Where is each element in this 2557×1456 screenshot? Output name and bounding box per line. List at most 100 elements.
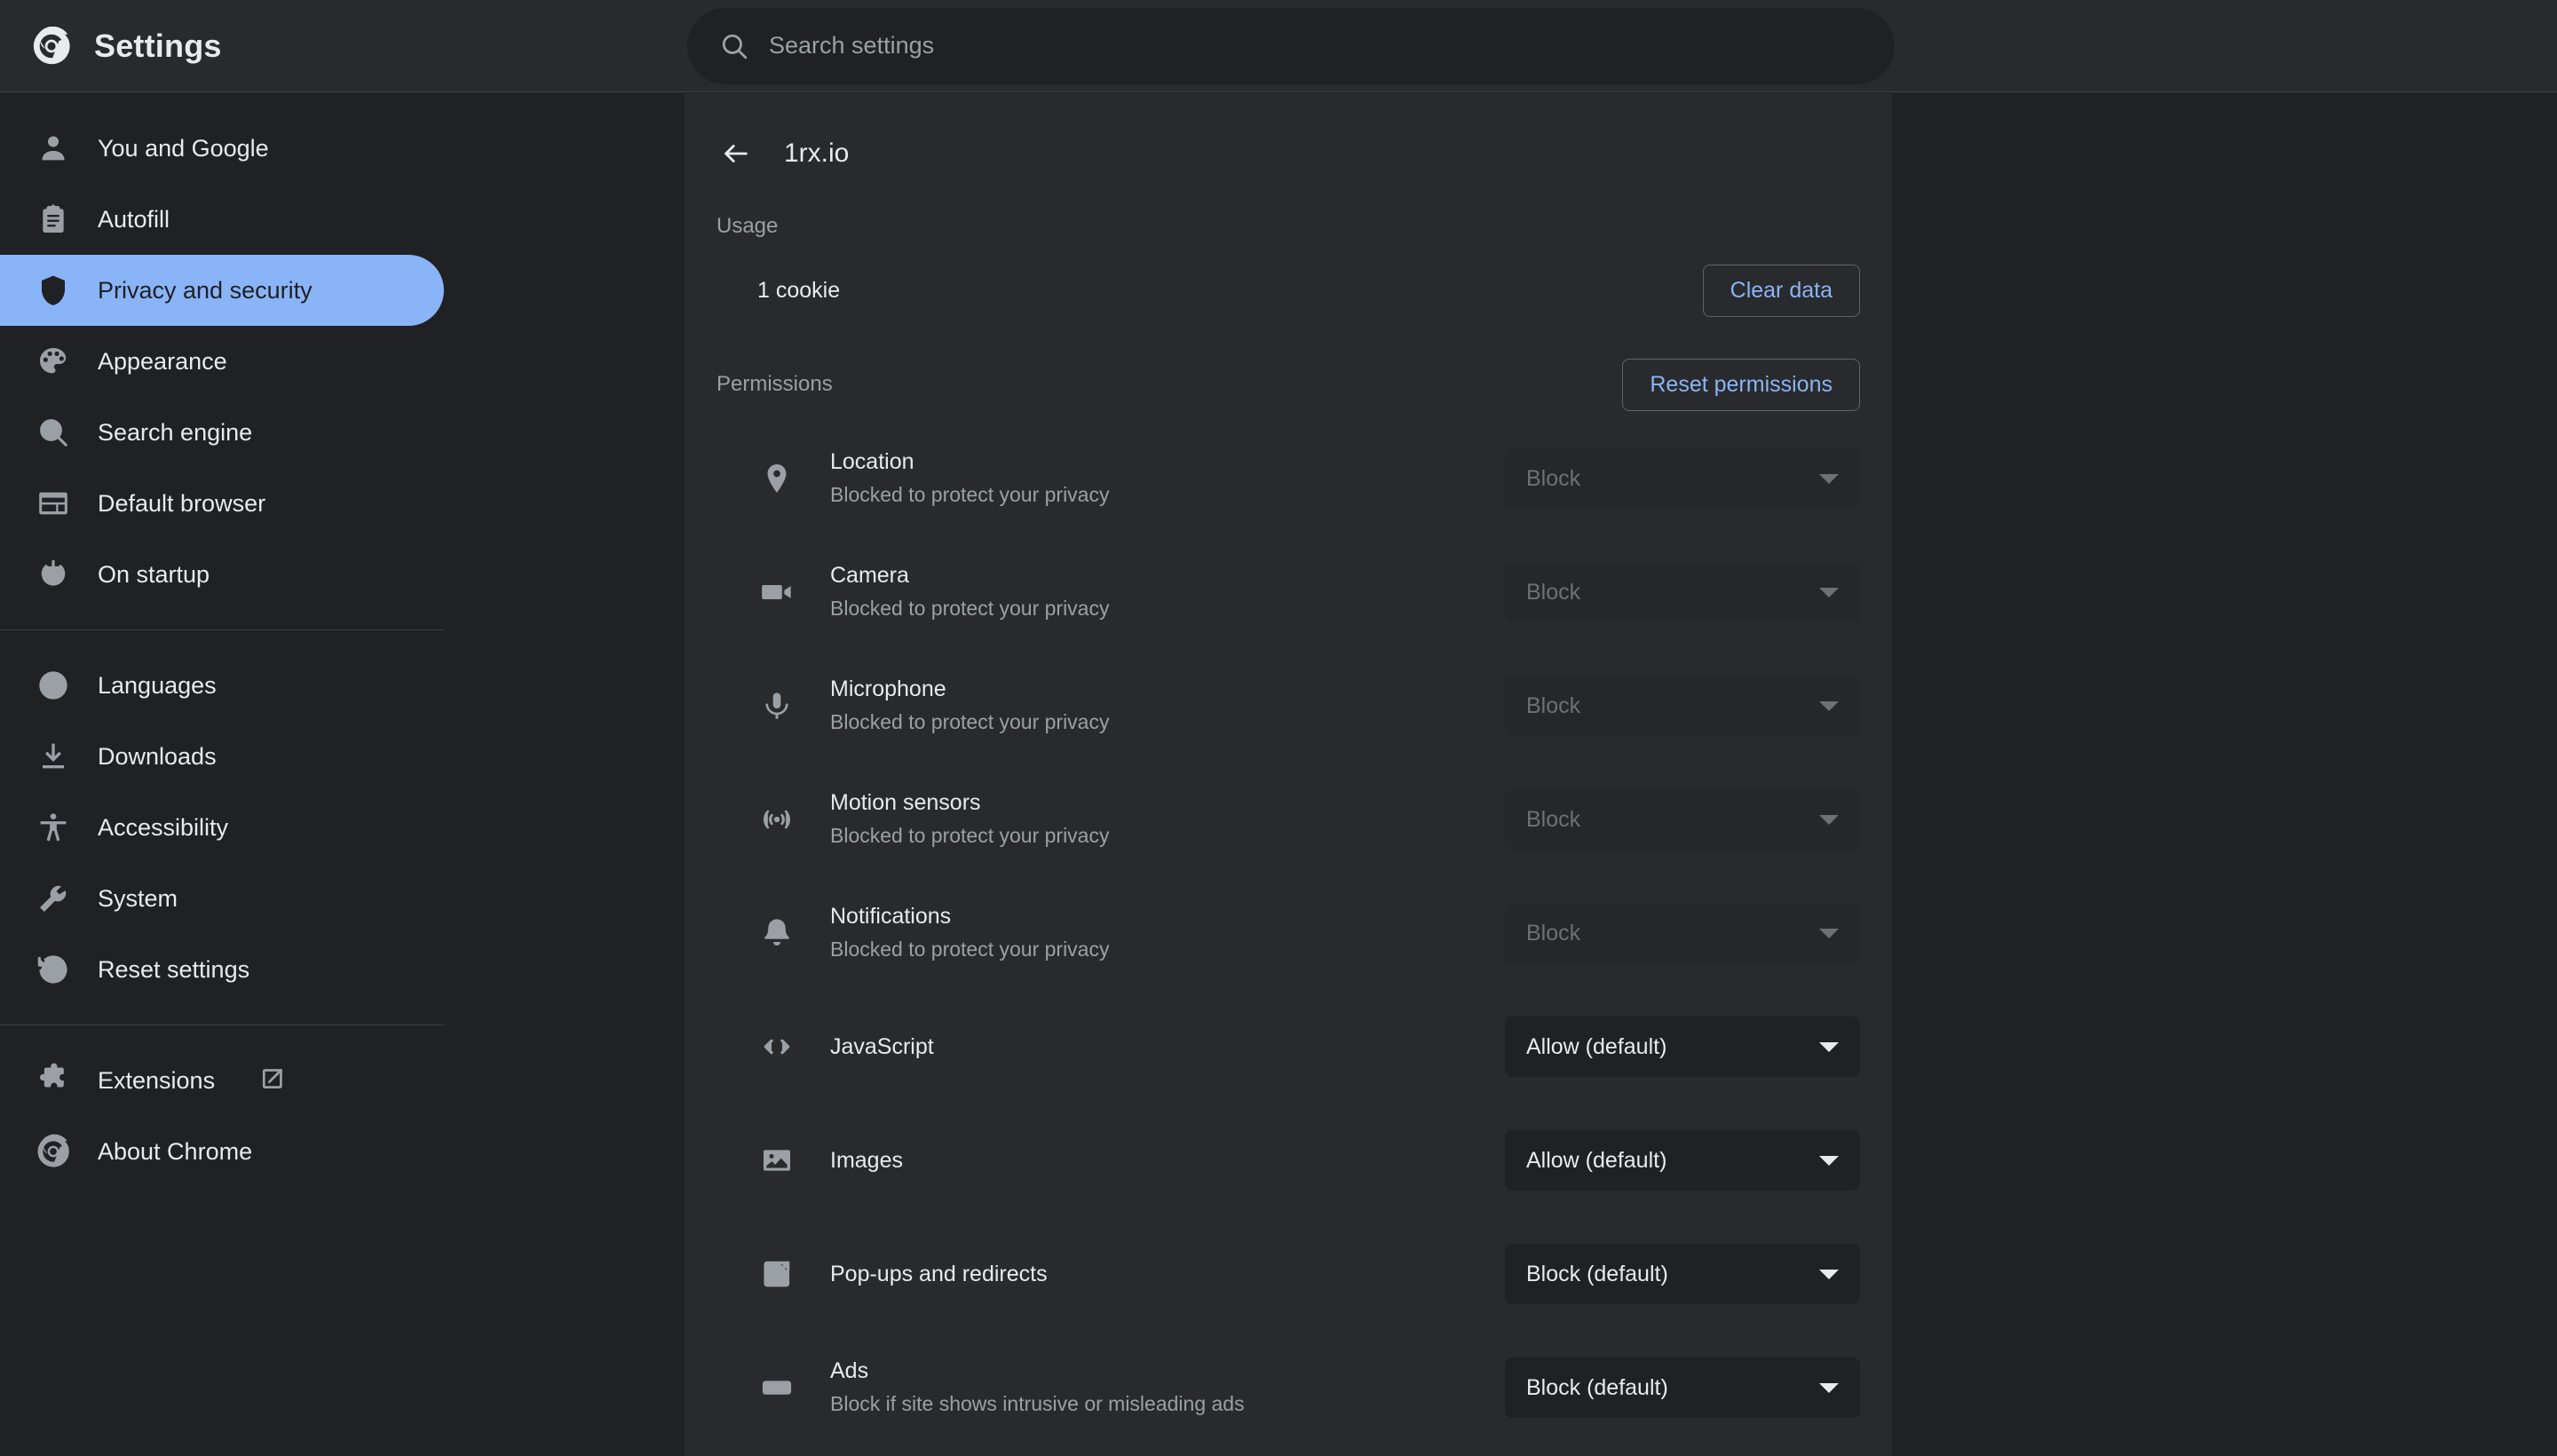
sidebar-item-label: Languages [98, 671, 217, 699]
sidebar-item-label: Accessibility [98, 813, 229, 841]
accessibility-icon [36, 810, 71, 845]
permission-row: Camera Blocked to protect your privacy Blo… [685, 535, 1892, 649]
brand-area: Settings [0, 26, 684, 66]
sidebar-item-label: System [98, 884, 178, 912]
chevron-down-icon [1819, 587, 1839, 597]
chevron-down-icon [1819, 473, 1839, 484]
microphone-icon [757, 686, 796, 725]
sidebar-item-default-browser[interactable]: Default browser [0, 468, 444, 539]
permission-text: JavaScript [830, 1033, 1505, 1062]
chevron-down-icon [1819, 1155, 1839, 1166]
permission-select-value: Block [1526, 465, 1581, 491]
permission-text: Location Blocked to protect your privacy [830, 447, 1505, 510]
permission-row: Notifications Blocked to protect your pri… [685, 876, 1892, 990]
permission-name: Location [830, 448, 914, 474]
page-header: 1rx.io [685, 93, 1892, 173]
search-input[interactable] [769, 32, 1863, 59]
puzzle-icon [36, 1063, 71, 1098]
search-area [684, 7, 2557, 84]
permission-select-value: Allow (default) [1526, 1033, 1667, 1059]
sidebar-item-accessibility[interactable]: Accessibility [0, 792, 444, 863]
sidebar-item-appearance[interactable]: Appearance [0, 326, 444, 397]
permission-select[interactable]: Block (default) [1505, 1244, 1860, 1304]
permission-select: Block [1505, 903, 1860, 963]
open-in-new-icon [757, 1254, 796, 1294]
permission-name: Microphone [830, 676, 946, 701]
permission-name: JavaScript [830, 1033, 934, 1059]
power-icon [36, 557, 71, 592]
permission-description: Blocked to protect your privacy [830, 710, 1110, 733]
palette-icon [36, 344, 71, 379]
sidebar-item-extensions[interactable]: Extensions [0, 1045, 444, 1116]
shield-icon [36, 273, 71, 308]
sidebar-item-languages[interactable]: Languages [0, 650, 444, 721]
sidebar-item-you-and-google[interactable]: You and Google [0, 113, 444, 184]
permission-select: Block [1505, 789, 1860, 850]
permission-description: Blocked to protect your privacy [830, 483, 1110, 506]
arrow-left-icon[interactable] [716, 134, 756, 173]
browser-window-icon [36, 486, 71, 521]
chevron-down-icon [1819, 1269, 1839, 1279]
code-brackets-icon [757, 1027, 796, 1066]
sidebar-item-label: Autofill [98, 205, 170, 233]
permission-select-value: Block (default) [1526, 1261, 1668, 1286]
site-title: 1rx.io [784, 138, 850, 168]
sidebar-item-search-engine[interactable]: Search engine [0, 397, 444, 468]
video-camera-icon [757, 573, 796, 612]
sidebar-item-label: Privacy and security [98, 276, 313, 304]
permission-select[interactable]: Allow (default) [1505, 1130, 1860, 1191]
wrench-icon [36, 881, 71, 916]
globe-icon [36, 668, 71, 703]
permission-select-value: Block (default) [1526, 1374, 1668, 1400]
cookie-count-label: 1 cookie [757, 277, 841, 303]
sidebar-item-label: On startup [98, 560, 210, 588]
permission-row: Background syncAllow (default) [685, 1444, 1892, 1456]
sidebar-item-label: Downloads [98, 742, 217, 770]
permission-row: Location Blocked to protect your privacy B… [685, 422, 1892, 535]
sidebar-item-downloads[interactable]: Downloads [0, 721, 444, 792]
permission-name: Notifications [830, 903, 952, 929]
permission-text: Notifications Blocked to protect your pri… [830, 902, 1505, 965]
chevron-down-icon [1819, 928, 1839, 938]
sidebar-item-label: Extensions [98, 1066, 216, 1094]
clear-data-button[interactable]: Clear data [1702, 264, 1860, 317]
permission-select: Block [1505, 448, 1860, 509]
permission-name: Pop-ups and redirects [830, 1261, 1048, 1286]
search-box[interactable] [687, 7, 1895, 84]
open-in-new-icon [259, 1065, 289, 1096]
main-content: 1rx.io Usage 1 cookie Clear data Permiss… [685, 93, 1892, 1456]
chevron-down-icon [1819, 814, 1839, 825]
permission-row: Images Allow (default) [685, 1104, 1892, 1217]
permission-name: Motion sensors [830, 789, 981, 815]
sidebar-item-on-startup[interactable]: On startup [0, 539, 444, 610]
permission-row: Motion sensors Blocked to protect your pr… [685, 763, 1892, 876]
sidebar-item-label: Reset settings [98, 955, 250, 983]
sidebar-item-system[interactable]: System [0, 863, 444, 934]
permission-select[interactable]: Block (default) [1505, 1357, 1860, 1418]
permission-name: Camera [830, 562, 909, 588]
permission-text: Camera Blocked to protect your privacy [830, 561, 1505, 624]
permission-description: Block if site shows intrusive or mislead… [830, 1392, 1245, 1415]
permission-select-value: Block [1526, 692, 1581, 718]
chrome-logo-icon [32, 26, 71, 66]
usage-section-label: Usage [716, 214, 779, 238]
sidebar-item-about-chrome[interactable]: About Chrome [0, 1116, 444, 1187]
permission-name: Ads [830, 1357, 869, 1383]
permission-row: Ads Block if site shows intrusive or misl… [685, 1331, 1892, 1444]
permission-text: Pop-ups and redirects [830, 1260, 1505, 1289]
search-icon [719, 31, 749, 61]
chevron-down-icon [1819, 1041, 1839, 1052]
permission-row: Pop-ups and redirects Block (default) [685, 1217, 1892, 1331]
sidebar-item-autofill[interactable]: Autofill [0, 184, 444, 255]
sidebar-divider [0, 629, 444, 630]
permission-text: Images [830, 1146, 1505, 1175]
sidebar: You and Google Autofill Privacy and securi… [0, 93, 684, 1456]
permission-select[interactable]: Allow (default) [1505, 1017, 1860, 1077]
permission-select: Block [1505, 562, 1860, 622]
permission-select-value: Block [1526, 806, 1581, 832]
sidebar-item-privacy-and-security[interactable]: Privacy and security [0, 255, 444, 326]
permission-text: Motion sensors Blocked to protect your pr… [830, 788, 1505, 851]
sidebar-item-label: Default browser [98, 489, 266, 517]
sidebar-item-reset-settings[interactable]: Reset settings [0, 934, 444, 1005]
reset-permissions-button[interactable]: Reset permissions [1622, 358, 1860, 411]
